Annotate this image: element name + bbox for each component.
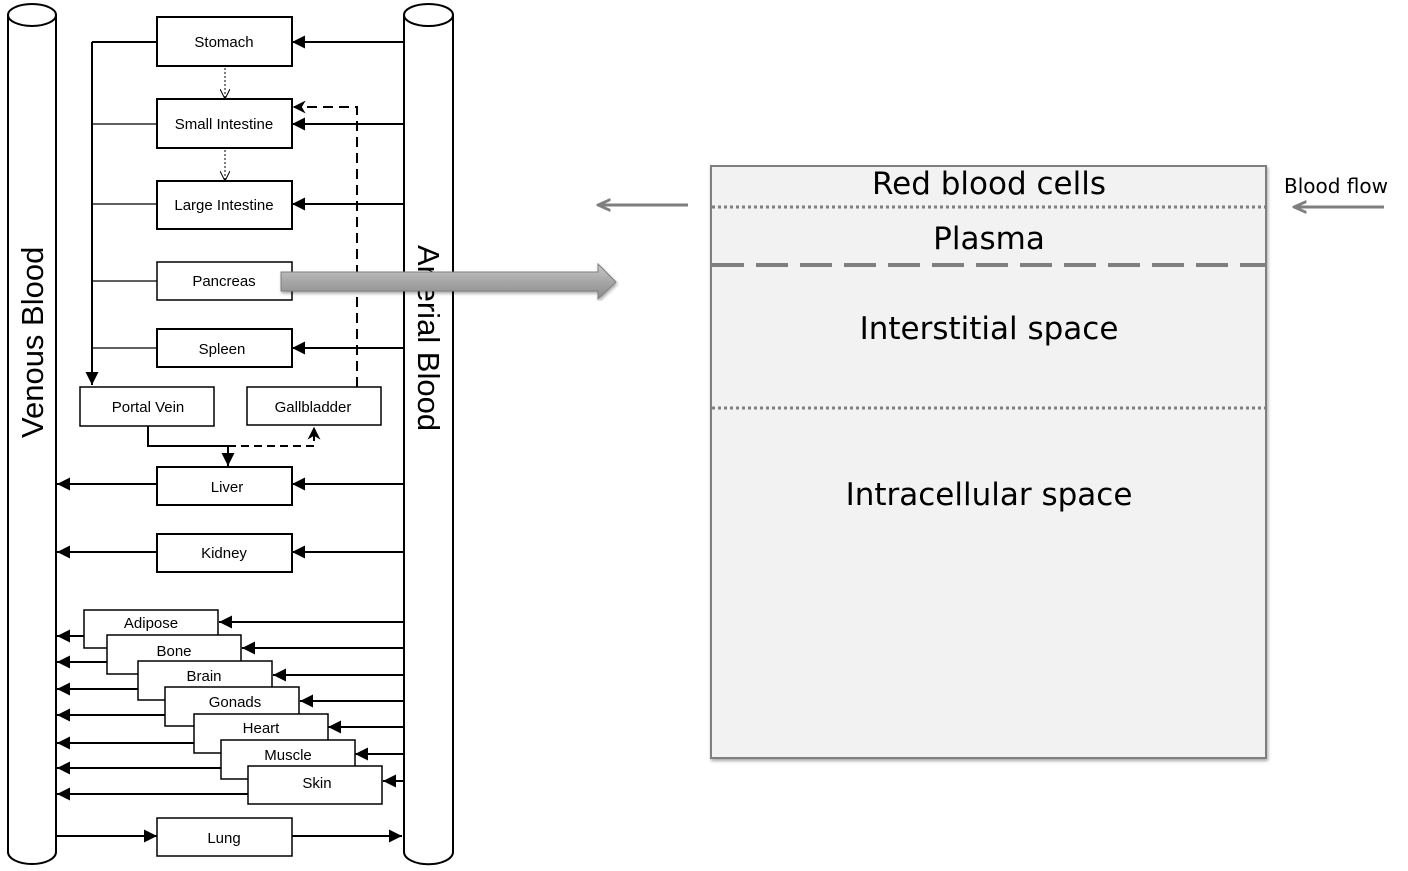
liver-to-gallbladder-path bbox=[228, 426, 321, 447]
blood-flow-label: Blood flow bbox=[1284, 174, 1388, 198]
organ-label: Liver bbox=[211, 479, 244, 496]
organ-label: Brain bbox=[186, 668, 221, 685]
red-blood-cells-label: Red blood cells bbox=[872, 166, 1106, 202]
gi-collector bbox=[85, 41, 157, 385]
pbpk-diagram: Venous Blood Arterial Blood Stomach Smal… bbox=[7, 3, 1388, 866]
venous-blood-label: Venous Blood bbox=[15, 247, 50, 438]
organ-lung[interactable]: Lung bbox=[156, 817, 293, 857]
bile-path bbox=[292, 100, 358, 387]
arterial-blood-cylinder: Arterial Blood bbox=[403, 3, 454, 866]
organ-label: Skin bbox=[302, 775, 331, 792]
organ-gallbladder[interactable]: Gallbladder bbox=[246, 386, 382, 426]
organ-label: Adipose bbox=[124, 615, 178, 632]
venous-blood-cylinder: Venous Blood bbox=[7, 3, 57, 865]
organ-label: Small Intestine bbox=[175, 116, 273, 133]
organ-kidney[interactable]: Kidney bbox=[156, 533, 293, 573]
organ-label: Kidney bbox=[201, 545, 247, 562]
organ-stomach[interactable]: Stomach bbox=[156, 16, 293, 67]
organ-small-intestine[interactable]: Small Intestine bbox=[156, 98, 293, 149]
organ-label: Gonads bbox=[209, 694, 262, 711]
organ-portal-vein[interactable]: Portal Vein bbox=[79, 386, 215, 427]
organ-large-intestine[interactable]: Large Intestine bbox=[156, 180, 293, 230]
organ-label: Portal Vein bbox=[112, 399, 185, 416]
organ-label: Muscle bbox=[264, 747, 312, 764]
organ-label: Large Intestine bbox=[174, 197, 273, 214]
tissue-compartment: Red blood cells Plasma Interstitial spac… bbox=[710, 165, 1267, 759]
organ-liver[interactable]: Liver bbox=[156, 466, 293, 506]
intracellular-space-label: Intracellular space bbox=[846, 477, 1133, 513]
organ-spleen[interactable]: Spleen bbox=[156, 328, 293, 368]
organ-label: Spleen bbox=[199, 341, 246, 358]
organ-pancreas[interactable]: Pancreas bbox=[156, 261, 293, 301]
organ-label: Lung bbox=[207, 830, 240, 847]
organ-skin[interactable]: Skin bbox=[247, 765, 383, 805]
organ-label: Stomach bbox=[194, 34, 253, 51]
organ-label: Bone bbox=[156, 643, 191, 660]
organ-label: Heart bbox=[243, 720, 281, 737]
organ-label: Pancreas bbox=[192, 273, 255, 290]
organ-label: Gallbladder bbox=[275, 399, 352, 416]
interstitial-space-label: Interstitial space bbox=[860, 311, 1119, 347]
plasma-label: Plasma bbox=[933, 221, 1045, 257]
portal-to-liver-path bbox=[147, 426, 235, 466]
